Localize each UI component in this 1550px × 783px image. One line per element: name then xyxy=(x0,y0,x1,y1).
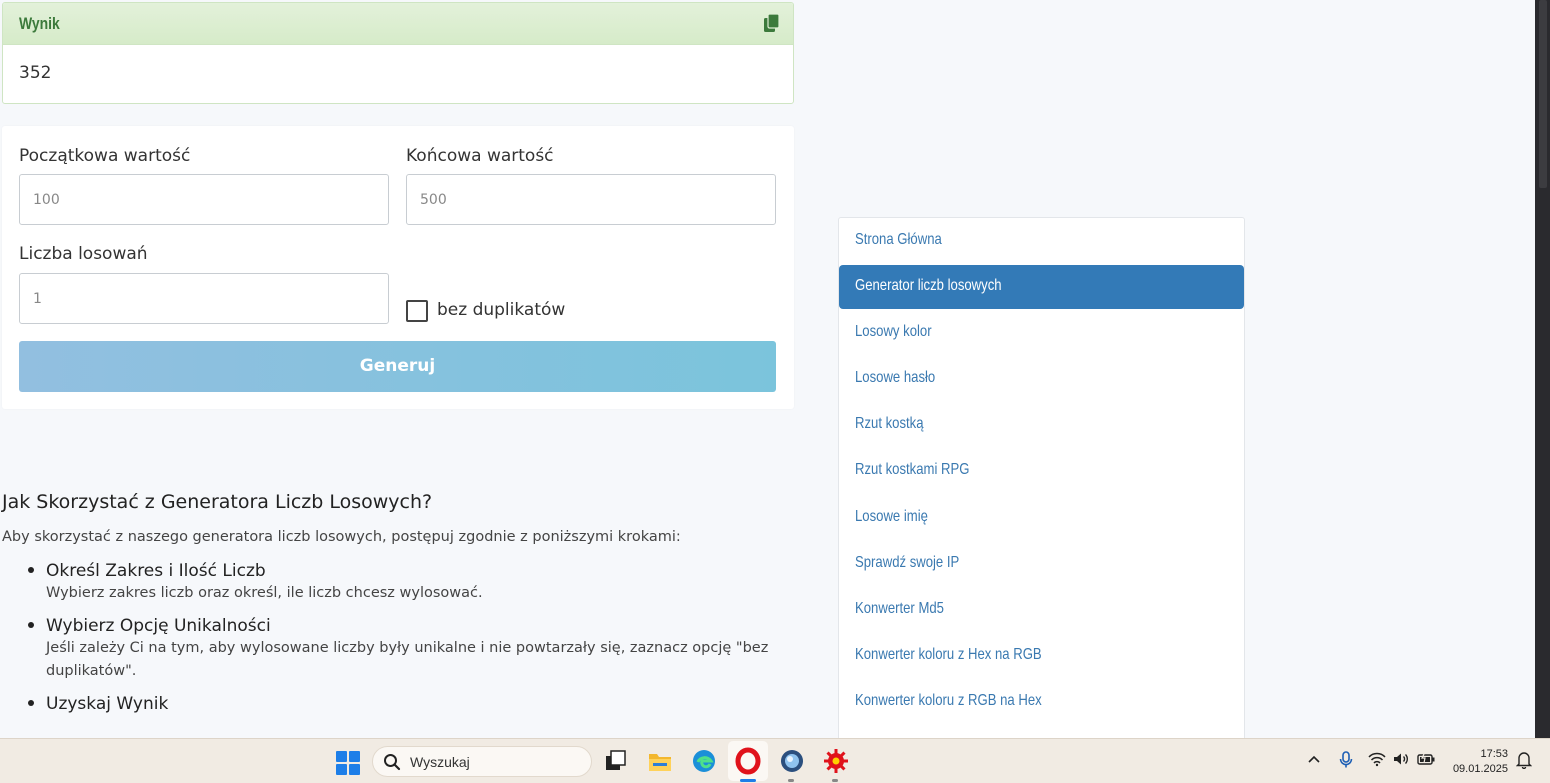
generate-button[interactable]: Generuj xyxy=(19,341,776,392)
sidebar-item-label: Strona Główna xyxy=(855,231,942,248)
scrollbar-thumb[interactable] xyxy=(1539,0,1547,188)
sidebar-item-random-name[interactable]: Losowe imię xyxy=(839,496,1244,540)
sidebar-item-label: Losowe imię xyxy=(855,508,928,525)
result-card: Wynik 352 xyxy=(2,2,794,104)
system-clock[interactable]: 17:53 09.01.2025 xyxy=(1446,747,1508,777)
task-view-icon[interactable] xyxy=(602,747,630,775)
battery-icon[interactable] xyxy=(1416,751,1436,767)
running-app-indicator xyxy=(788,779,794,782)
copy-icon[interactable] xyxy=(763,13,781,33)
red-gear-app-icon[interactable] xyxy=(822,747,850,775)
chevron-up-icon[interactable] xyxy=(1306,751,1322,767)
list-item: Uzyskaj Wynik xyxy=(20,693,780,715)
bullet xyxy=(28,700,34,706)
sidebar-item-hex-to-rgb[interactable]: Konwerter koloru z Hex na RGB xyxy=(839,634,1244,678)
sidebar-item-rgb-to-hex[interactable]: Konwerter koloru z RGB na Hex xyxy=(839,680,1244,724)
article-title: Jak Skorzystać z Generatora Liczb Losowy… xyxy=(2,491,433,513)
clock-time: 17:53 xyxy=(1480,748,1508,760)
step-title: Wybierz Opcję Unikalności xyxy=(46,616,271,636)
steps-list: Określ Zakres i Ilość Liczb Wybierz zakr… xyxy=(20,560,780,725)
notification-bell-icon[interactable] xyxy=(1516,751,1532,769)
end-value-label: Końcowa wartość xyxy=(406,146,554,166)
start-value-label: Początkowa wartość xyxy=(19,146,191,166)
sidebar-item-home[interactable]: Strona Główna xyxy=(839,219,1244,263)
sidebar-menu: Strona Główna Generator liczb losowych L… xyxy=(838,217,1245,742)
draw-count-label: Liczba losowań xyxy=(19,244,148,264)
sidebar-item-md5-converter[interactable]: Konwerter Md5 xyxy=(839,588,1244,632)
sidebar-item-label: Generator liczb losowych xyxy=(855,277,1002,294)
sidebar-item-dice-roll[interactable]: Rzut kostką xyxy=(839,403,1244,447)
page-scrollbar[interactable] xyxy=(1535,0,1550,738)
browser-icon[interactable] xyxy=(778,747,806,775)
result-title: Wynik xyxy=(19,14,60,33)
sidebar-item-label: Losowe hasło xyxy=(855,369,936,386)
sidebar-item-label: Losowy kolor xyxy=(855,323,932,340)
sidebar-item-random-color[interactable]: Losowy kolor xyxy=(839,311,1244,355)
generator-form: Początkowa wartość Końcowa wartość Liczb… xyxy=(2,126,794,409)
sidebar-item-random-password[interactable]: Losowe hasło xyxy=(839,357,1244,401)
list-item: Wybierz Opcję Unikalności Jeśli zależy C… xyxy=(20,615,780,683)
sidebar-item-label: Konwerter Md5 xyxy=(855,600,944,617)
no-duplicates-label[interactable]: bez duplikatów xyxy=(437,300,565,320)
active-app-indicator xyxy=(740,779,756,782)
sidebar-item-random-number-generator[interactable]: Generator liczb losowych xyxy=(839,265,1244,309)
sidebar-item-label: Rzut kostkami RPG xyxy=(855,461,970,478)
running-app-indicator xyxy=(832,779,838,782)
sidebar-item-label: Konwerter koloru z Hex na RGB xyxy=(855,646,1042,663)
taskbar-search[interactable]: Wyszukaj xyxy=(372,746,592,777)
step-description: Wybierz zakres liczb oraz określ, ile li… xyxy=(46,585,483,601)
start-value-input[interactable] xyxy=(19,174,389,225)
windows-taskbar: Wyszukaj 17:53 09.01.2025 xyxy=(0,738,1550,783)
windows-start-icon[interactable] xyxy=(336,751,360,775)
clock-date: 09.01.2025 xyxy=(1452,763,1508,775)
bullet xyxy=(28,567,34,573)
result-header: Wynik xyxy=(3,3,793,45)
step-title: Uzyskaj Wynik xyxy=(46,694,169,714)
no-duplicates-checkbox[interactable] xyxy=(406,300,428,322)
end-value-input[interactable] xyxy=(406,174,776,225)
sidebar-item-label: Sprawdź swoje IP xyxy=(855,554,960,571)
draw-count-input[interactable] xyxy=(19,273,389,324)
bullet xyxy=(28,622,34,628)
edge-icon[interactable] xyxy=(690,747,718,775)
volume-icon[interactable] xyxy=(1392,751,1410,767)
result-value: 352 xyxy=(19,63,52,83)
sidebar-item-check-ip[interactable]: Sprawdź swoje IP xyxy=(839,542,1244,586)
wifi-icon[interactable] xyxy=(1368,751,1386,767)
step-title: Określ Zakres i Ilość Liczb xyxy=(46,561,266,581)
sidebar-item-rpg-dice[interactable]: Rzut kostkami RPG xyxy=(839,449,1244,493)
step-description: Jeśli zależy Ci na tym, aby wylosowane l… xyxy=(46,640,769,679)
list-item: Określ Zakres i Ilość Liczb Wybierz zakr… xyxy=(20,560,780,605)
microphone-icon[interactable] xyxy=(1338,751,1354,769)
sidebar-item-label: Rzut kostką xyxy=(855,415,924,432)
sidebar-item-label: Konwerter koloru z RGB na Hex xyxy=(855,692,1042,709)
file-explorer-icon[interactable] xyxy=(646,747,674,775)
article-intro: Aby skorzystać z naszego generatora licz… xyxy=(2,529,681,545)
search-icon xyxy=(384,754,401,771)
opera-icon[interactable] xyxy=(734,747,762,775)
search-placeholder: Wyszukaj xyxy=(410,754,470,770)
